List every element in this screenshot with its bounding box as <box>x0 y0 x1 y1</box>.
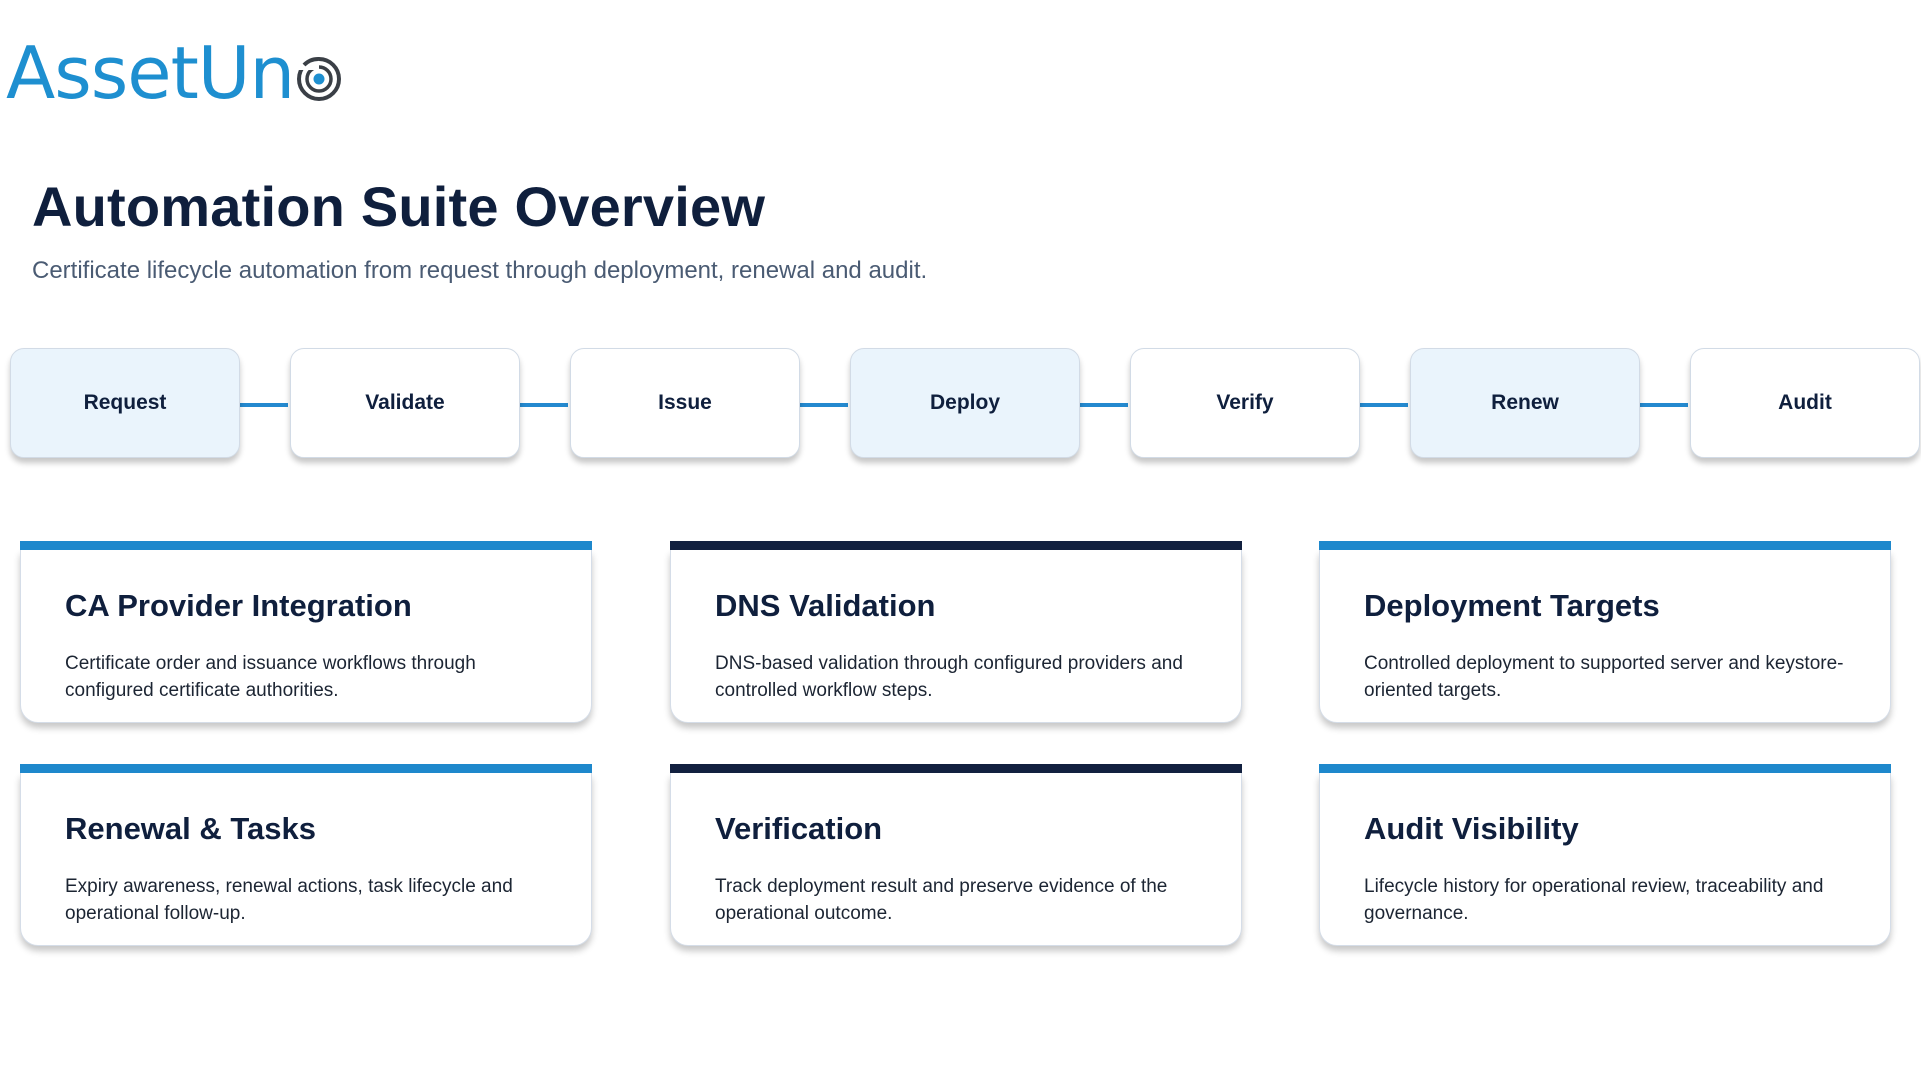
card-title: Renewal & Tasks <box>65 811 316 846</box>
step-validate[interactable]: Validate <box>290 348 520 458</box>
card-accent-bar <box>670 764 1242 773</box>
card-title: Verification <box>715 811 883 846</box>
step-label: Renew <box>1491 391 1559 414</box>
card-accent-bar <box>1319 764 1891 773</box>
step-label: Issue <box>658 391 712 414</box>
card-description: Controlled deployment to supported serve… <box>1364 653 1844 701</box>
workflow-steps: Request Validate Issue Deploy Verify Ren… <box>0 348 1921 462</box>
card-accent-bar <box>1319 541 1891 550</box>
step-label: Verify <box>1216 391 1274 414</box>
page-subtitle: Certificate lifecycle automation from re… <box>32 257 928 284</box>
card-accent-bar <box>20 764 592 773</box>
card-title: Audit Visibility <box>1364 811 1579 846</box>
connector <box>520 403 568 407</box>
connector <box>240 403 288 407</box>
card-title: CA Provider Integration <box>65 588 412 623</box>
card-description: DNS-based validation through configured … <box>715 653 1183 701</box>
card-verification: Verification Track deployment result and… <box>670 764 1242 946</box>
step-renew[interactable]: Renew <box>1410 348 1640 458</box>
step-verify[interactable]: Verify <box>1130 348 1360 458</box>
brand-logo: AssetUn <box>6 31 342 115</box>
step-issue[interactable]: Issue <box>570 348 800 458</box>
card-renewal-tasks: Renewal & Tasks Expiry awareness, renewa… <box>20 764 592 946</box>
page-title: Automation Suite Overview <box>32 175 766 238</box>
card-description: Certificate order and issuance workflows… <box>65 653 476 701</box>
card-description: Lifecycle history for operational review… <box>1364 876 1824 924</box>
card-description: Expiry awareness, renewal actions, task … <box>65 876 513 924</box>
step-request[interactable]: Request <box>10 348 240 458</box>
connector <box>1080 403 1128 407</box>
step-deploy[interactable]: Deploy <box>850 348 1080 458</box>
connector <box>1640 403 1688 407</box>
card-description: Track deployment result and preserve evi… <box>715 876 1168 924</box>
card-dns-validation: DNS Validation DNS-based validation thro… <box>670 541 1242 723</box>
card-audit-visibility: Audit Visibility Lifecycle history for o… <box>1319 764 1891 946</box>
step-label: Request <box>83 391 167 414</box>
brand-name: AssetUn <box>6 31 295 115</box>
card-accent-bar <box>670 541 1242 550</box>
card-ca-provider-integration: CA Provider Integration Certificate orde… <box>20 541 592 723</box>
card-deployment-targets: Deployment Targets Controlled deployment… <box>1319 541 1891 723</box>
step-label: Deploy <box>929 391 1000 414</box>
card-title: Deployment Targets <box>1364 588 1660 623</box>
card-accent-bar <box>20 541 592 550</box>
step-label: Audit <box>1778 391 1832 414</box>
connector <box>800 403 848 407</box>
card-title: DNS Validation <box>715 588 936 623</box>
connector <box>1360 403 1408 407</box>
step-audit[interactable]: Audit <box>1690 348 1920 458</box>
step-label: Validate <box>365 391 445 414</box>
target-o-icon <box>297 56 342 101</box>
